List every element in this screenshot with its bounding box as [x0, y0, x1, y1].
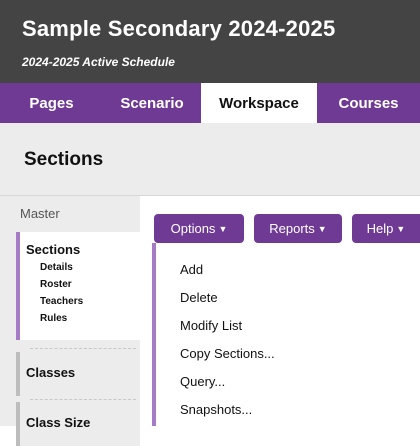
schedule-subtitle: 2024-2025 Active Schedule — [22, 55, 175, 69]
tab-pages[interactable]: Pages — [0, 83, 103, 123]
menu-item-query[interactable]: Query... — [180, 374, 225, 389]
sidebar-item-class-size[interactable]: Class Size — [16, 402, 140, 446]
menu-item-copy-sections[interactable]: Copy Sections... — [180, 346, 275, 361]
menu-item-snapshots[interactable]: Snapshots... — [180, 402, 252, 417]
sidebar-item-label: Classes — [26, 365, 76, 380]
sidebar-divider — [30, 348, 136, 349]
sidebar-divider — [30, 399, 136, 400]
options-button[interactable]: Options ▼ — [154, 214, 244, 243]
sidebar-subitem-roster[interactable]: Roster — [40, 279, 72, 290]
tab-workspace[interactable]: Workspace — [201, 83, 317, 123]
options-menu: Add Delete Modify List Copy Sections... … — [152, 243, 420, 426]
sidebar-subitem-details[interactable]: Details — [40, 262, 73, 273]
help-button-label: Help — [366, 221, 394, 236]
options-button-label: Options — [170, 221, 216, 236]
caret-down-icon: ▼ — [317, 223, 327, 234]
main-tabs: Pages Scenario Workspace Courses — [0, 83, 420, 123]
sidebar-item-label: Class Size — [26, 415, 91, 430]
reports-button[interactable]: Reports ▼ — [254, 214, 342, 243]
app-header: Sample Secondary 2024-2025 2024-2025 Act… — [0, 0, 420, 83]
menu-item-delete[interactable]: Delete — [180, 290, 218, 305]
tab-courses[interactable]: Courses — [317, 83, 420, 123]
sidebar: Master Sections Details Roster Teachers … — [0, 196, 140, 446]
main-content: Options ▼ Reports ▼ Help ▼ Add Delete Mo… — [140, 196, 420, 426]
sidebar-master-label: Master — [20, 206, 60, 221]
menu-item-add[interactable]: Add — [180, 262, 203, 277]
page-title-bar: Sections — [0, 123, 420, 196]
tab-scenario[interactable]: Scenario — [103, 83, 201, 123]
page-title: Sections — [24, 149, 104, 170]
caret-down-icon: ▼ — [396, 223, 406, 234]
reports-button-label: Reports — [269, 221, 315, 236]
sidebar-subitem-rules[interactable]: Rules — [40, 313, 67, 324]
app-title: Sample Secondary 2024-2025 — [22, 16, 336, 41]
sidebar-item-label: Sections — [26, 242, 81, 257]
caret-down-icon: ▼ — [218, 223, 228, 234]
sidebar-item-sections[interactable]: Sections Details Roster Teachers Rules — [16, 232, 140, 340]
menu-item-modify-list[interactable]: Modify List — [180, 318, 242, 333]
help-button[interactable]: Help ▼ — [352, 214, 420, 243]
sidebar-item-classes[interactable]: Classes — [16, 352, 140, 396]
sidebar-subitem-teachers[interactable]: Teachers — [40, 296, 83, 307]
